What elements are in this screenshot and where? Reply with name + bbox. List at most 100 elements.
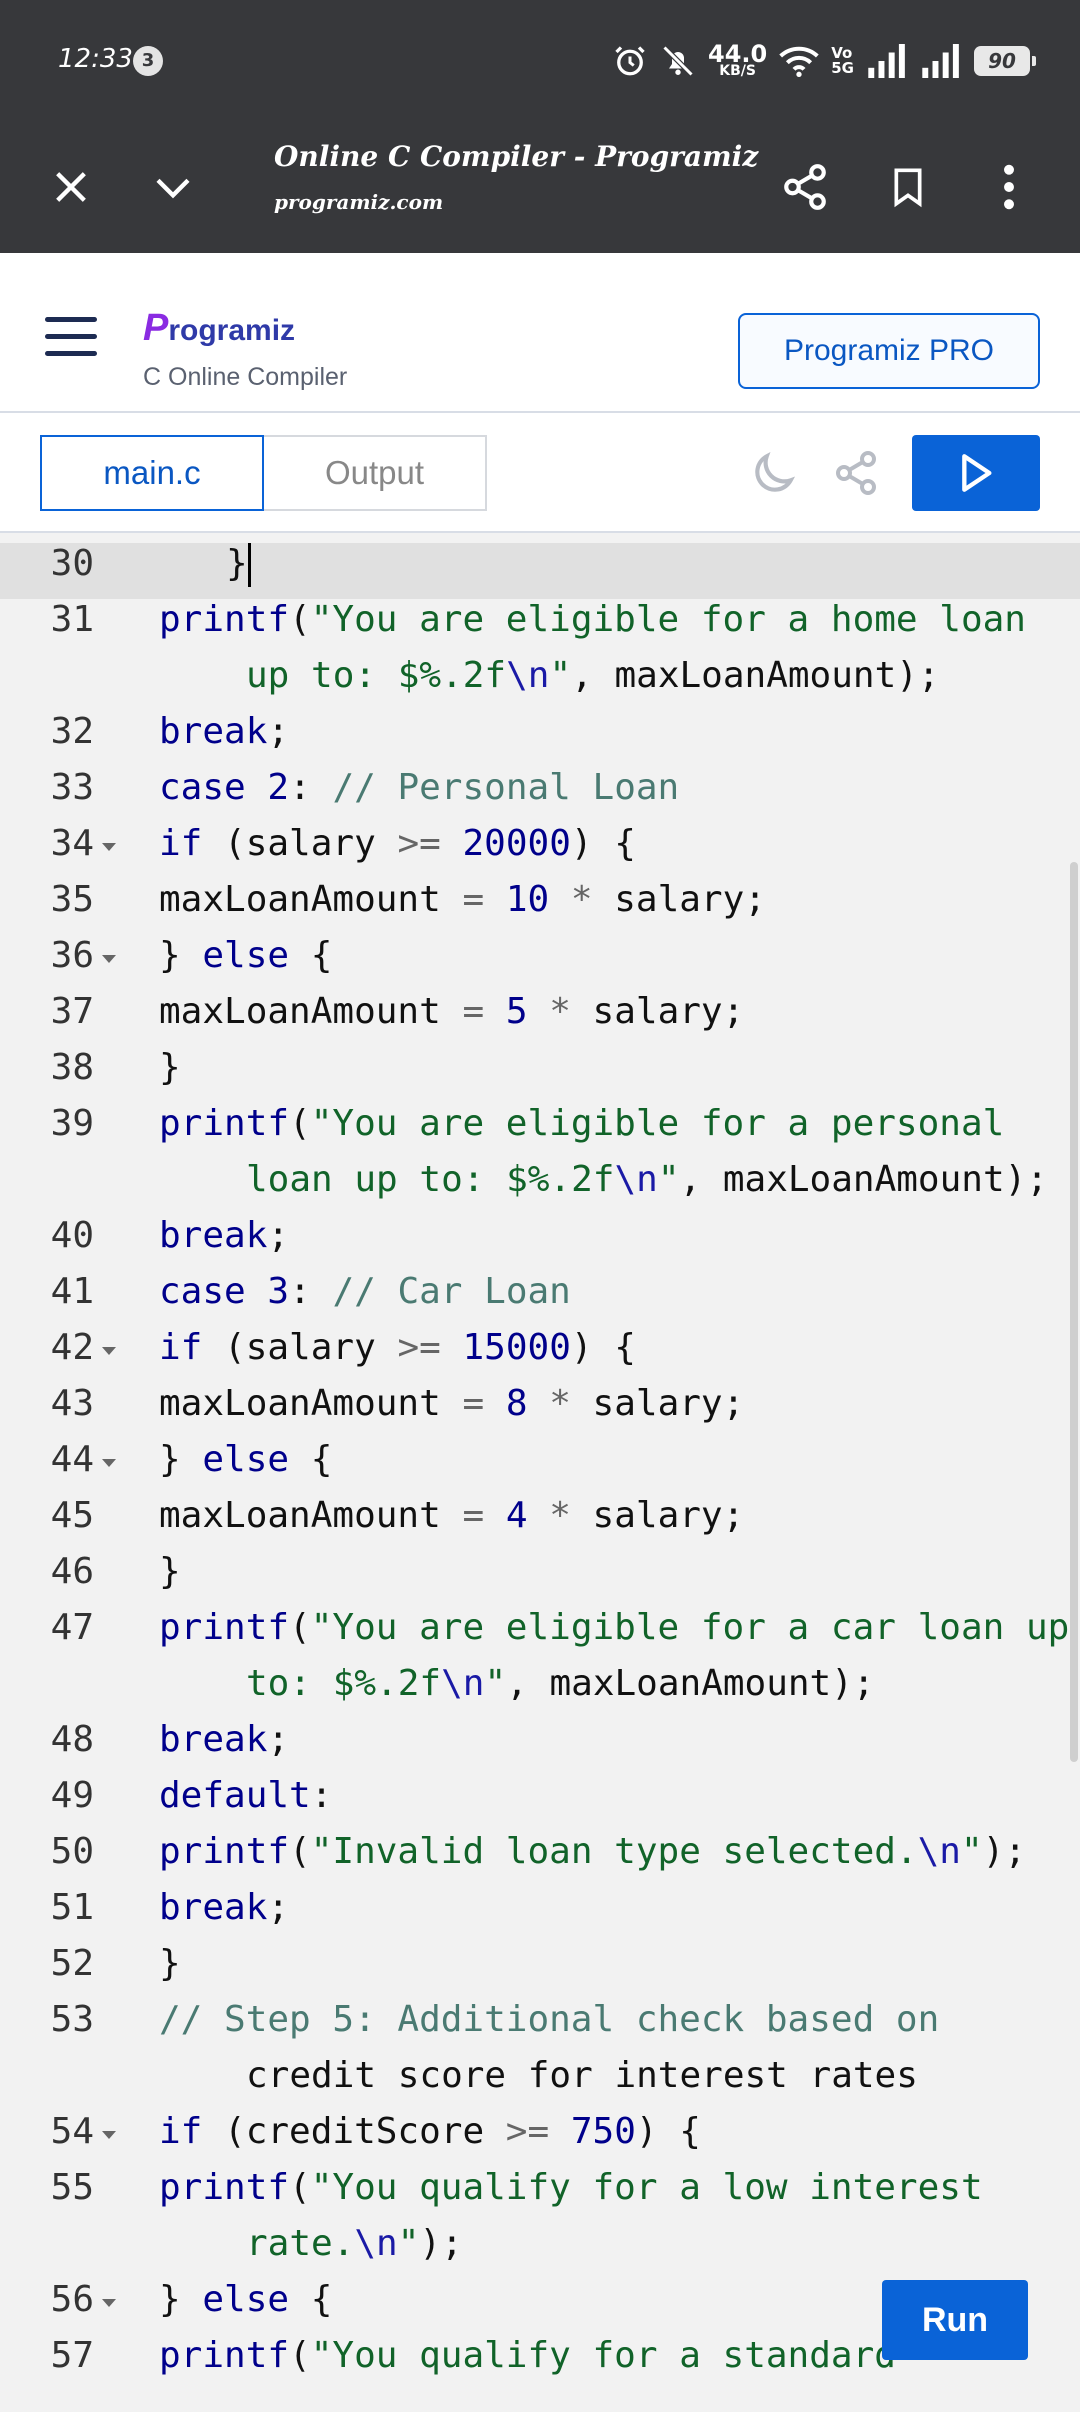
page-url: programiz.com [274,190,444,214]
chevron-down-icon[interactable] [138,152,208,222]
browser-toolbar: Online C Compiler - Programiz programiz.… [0,120,1080,253]
code-text-wrapped: credit score for interest rates [246,2055,918,2096]
code-text: // Step 5: Additional check based on [159,1999,940,2040]
code-text-wrapped: to: $%.2f\n", maxLoanAmount); [246,1663,875,1704]
code-text: if (salary >= 20000) { [159,823,636,864]
text-cursor [247,543,251,587]
fold-arrow-icon[interactable] [102,955,116,963]
editor-tab-bar: main.c Output [0,413,1080,533]
line-number: 49 [50,1775,94,1816]
code-text: } [159,1943,181,1984]
line-number: 45 [50,1495,94,1536]
line-number: 48 [50,1719,94,1760]
line-number: 31 [50,599,94,640]
code-text: maxLoanAmount = 8 * salary; [159,1383,745,1424]
programiz-pro-button[interactable]: Programiz PRO [738,313,1040,389]
code-text: printf("You qualify for a low interest [159,2167,983,2208]
line-number: 33 [50,767,94,808]
line-number: 51 [50,1887,94,1928]
close-icon[interactable] [36,152,106,222]
code-text: default: [159,1775,333,1816]
code-text: maxLoanAmount = 4 * salary; [159,1495,745,1536]
run-play-button[interactable] [912,435,1040,511]
code-text: printf("You qualify for a standard [159,2335,896,2376]
code-text: } else { [159,2279,333,2320]
run-button[interactable]: Run [882,2280,1028,2360]
moon-icon[interactable] [744,443,804,503]
status-bar: 12:33 3 44.0 KB/S Vo 5G 90 [0,0,1080,120]
line-number: 43 [50,1383,94,1424]
signal-icon-2 [922,44,959,78]
code-text: break; [159,1719,290,1760]
status-time: 12:33 [58,44,133,74]
code-text: } else { [159,1439,333,1480]
code-text: break; [159,1215,290,1256]
code-text-wrapped: up to: $%.2f\n", maxLoanAmount); [246,655,940,696]
line-number: 44 [50,1439,94,1480]
tab-main-c[interactable]: main.c [40,435,264,511]
line-number: 37 [50,991,94,1032]
line-number: 41 [50,1271,94,1312]
line-number: 42 [50,1327,94,1368]
network-speed: 44.0 KB/S [708,40,768,79]
mute-bell-icon [662,45,694,77]
line-number: 34 [50,823,94,864]
line-number: 57 [50,2335,94,2376]
fold-arrow-icon[interactable] [102,843,116,851]
notification-count-badge: 3 [133,46,163,76]
line-number: 52 [50,1943,94,1984]
line-number: 53 [50,1999,94,2040]
code-text: if (salary >= 15000) { [159,1327,636,1368]
editor-scrollbar[interactable] [1070,862,1078,1762]
code-text: case 3: // Car Loan [159,1271,571,1312]
code-text-wrapped: rate.\n"); [246,2223,463,2264]
code-text: printf("You are eligible for a personal [159,1103,1005,1144]
line-number: 35 [50,879,94,920]
code-text: } [226,543,251,587]
status-icons: 44.0 KB/S Vo 5G 90 [612,38,1036,84]
line-number: 50 [50,1831,94,1872]
alarm-icon [615,46,645,76]
line-number: 40 [50,1215,94,1256]
bookmark-icon[interactable] [873,152,943,222]
code-text: } else { [159,935,333,976]
code-text: printf("You are eligible for a home loan [159,599,1026,640]
line-number: 36 [50,935,94,976]
line-number: 39 [50,1103,94,1144]
play-icon [962,454,992,492]
active-line-highlight [0,543,1080,599]
code-text: break; [159,711,290,752]
code-text: if (creditScore >= 750) { [159,2111,701,2152]
line-number: 46 [50,1551,94,1592]
line-number: 55 [50,2167,94,2208]
line-number: 30 [50,543,94,584]
site-header: Programiz C Online Compiler Programiz PR… [0,253,1080,413]
compiler-subtitle: C Online Compiler [143,363,348,391]
code-text: maxLoanAmount = 5 * salary; [159,991,745,1032]
line-number: 54 [50,2111,94,2152]
code-text: case 2: // Personal Loan [159,767,680,808]
line-number: 38 [50,1047,94,1088]
share-code-icon[interactable] [826,443,886,503]
fold-arrow-icon[interactable] [102,2131,116,2139]
line-number: 56 [50,2279,94,2320]
fold-arrow-icon[interactable] [102,1347,116,1355]
fold-arrow-icon[interactable] [102,1459,116,1467]
menu-icon[interactable] [45,317,97,357]
code-text: printf("Invalid loan type selected.\n"); [159,1831,1027,1872]
battery-indicator: 90 [974,46,1036,76]
line-number: 32 [50,711,94,752]
code-text: } [159,1551,181,1592]
code-text: printf("You are eligible for a car loan … [159,1607,1070,1648]
code-editor[interactable]: 30} 31 printf("You are eligible for a home… [0,533,1080,2412]
page-title: Online C Compiler - Programiz [274,140,759,173]
code-text: maxLoanAmount = 10 * salary; [159,879,766,920]
share-icon[interactable] [770,152,840,222]
more-vert-icon[interactable] [974,152,1044,222]
signal-icon [868,44,905,78]
programiz-logo[interactable]: Programiz [143,307,295,350]
code-text: break; [159,1887,290,1928]
fold-arrow-icon[interactable] [102,2299,116,2307]
tab-output[interactable]: Output [264,435,487,511]
line-number: 47 [50,1607,94,1648]
